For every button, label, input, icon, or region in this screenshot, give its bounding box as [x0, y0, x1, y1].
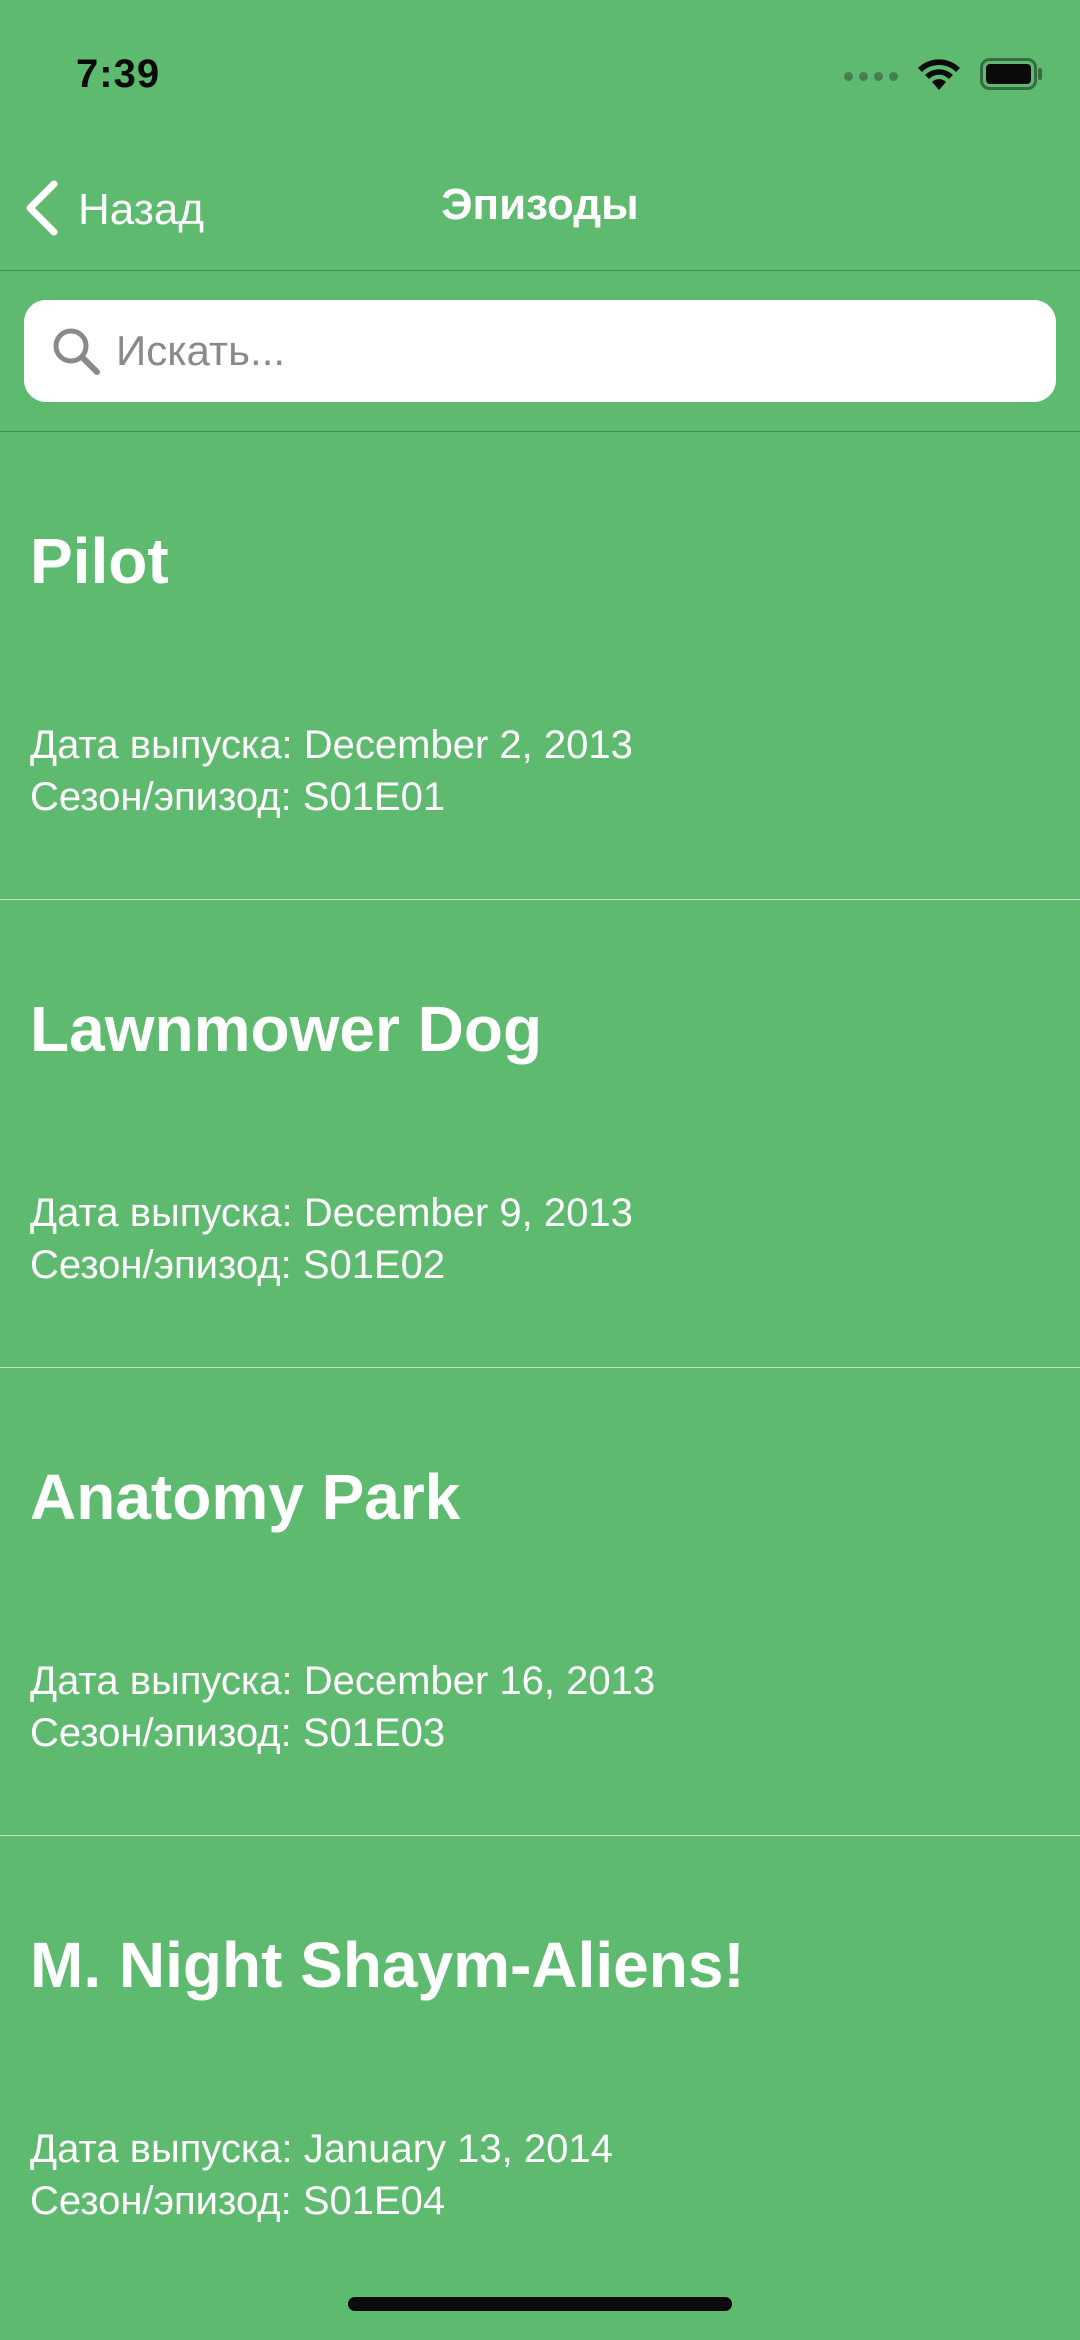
episode-row[interactable]: Pilot Дата выпуска: December 2, 2013 Сез… — [0, 432, 1080, 900]
status-bar: 7:39 — [0, 0, 1080, 150]
episode-title: M. Night Shaym-Aliens! — [30, 1929, 745, 2001]
episode-title: Lawnmower Dog — [30, 993, 543, 1065]
episode-release-date: Дата выпуска: December 2, 2013 — [30, 723, 633, 767]
episode-row[interactable]: Anatomy Park Дата выпуска: December 16, … — [0, 1368, 1080, 1836]
status-time: 7:39 — [76, 52, 161, 96]
episode-code: Сезон/эпизод: S01E02 — [30, 1243, 446, 1287]
episode-meta: Дата выпуска: December 9, 2013 Сезон/эпи… — [30, 1187, 633, 1291]
episode-release-date: Дата выпуска: December 16, 2013 — [30, 1659, 656, 1703]
episode-row[interactable]: M. Night Shaym-Aliens! Дата выпуска: Jan… — [0, 1836, 1080, 2303]
episode-row[interactable]: Lawnmower Dog Дата выпуска: December 9, … — [0, 900, 1080, 1368]
episode-meta: Дата выпуска: December 2, 2013 Сезон/эпи… — [30, 719, 633, 823]
episode-code: Сезон/эпизод: S01E01 — [30, 775, 446, 819]
battery-icon — [980, 57, 1044, 95]
cellular-signal-icon — [844, 71, 898, 81]
navigation-bar: Назад Эпизоды — [0, 150, 1080, 271]
episode-release-date: Дата выпуска: January 13, 2014 — [30, 2127, 613, 2171]
episode-meta: Дата выпуска: January 13, 2014 Сезон/эпи… — [30, 2123, 613, 2227]
episode-title: Pilot — [30, 525, 169, 597]
episode-release-date: Дата выпуска: December 9, 2013 — [30, 1191, 633, 1235]
episode-code: Сезон/эпизод: S01E03 — [30, 1711, 446, 1755]
home-indicator[interactable] — [348, 2297, 732, 2311]
wifi-icon — [916, 57, 962, 96]
episode-list: Pilot Дата выпуска: December 2, 2013 Сез… — [0, 432, 1080, 2303]
episode-meta: Дата выпуска: December 16, 2013 Сезон/эп… — [30, 1655, 655, 1759]
status-indicators — [844, 57, 1044, 96]
page-title: Эпизоды — [441, 180, 639, 229]
episode-title: Anatomy Park — [30, 1461, 461, 1533]
search-field[interactable] — [24, 300, 1056, 402]
episode-code: Сезон/эпизод: S01E04 — [30, 2179, 446, 2223]
search-icon — [48, 323, 104, 379]
search-bar — [0, 271, 1080, 432]
search-input[interactable] — [116, 327, 1056, 375]
